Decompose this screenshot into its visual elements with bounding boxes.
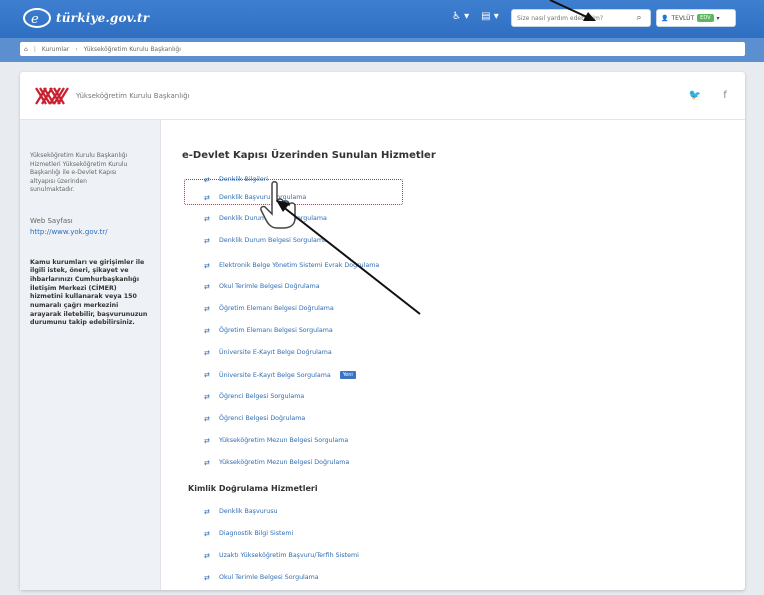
service-icon: ⇄ (204, 236, 210, 245)
service-icon: ⇄ (204, 507, 210, 516)
top-navigation-bar: e türkiye.gov.tr ♿ ▾ ▤ ▾ ⌕ 👤 TEVLÜT EDV … (0, 0, 764, 38)
cimer-note: Kamu kurumları ve girişimler ile ilgili … (30, 258, 148, 327)
service-icon: ⇄ (204, 458, 210, 467)
institution-description: Yükseköğretim Kurulu Başkanlığı Hizmetle… (30, 152, 128, 193)
web-page-label: Web Sayfası (30, 216, 73, 225)
accessibility-icon[interactable]: ♿ ▾ (452, 11, 469, 22)
service-link[interactable]: ⇄ Öğrenci Belgesi Doğrulama (204, 415, 305, 422)
service-icon: ⇄ (204, 348, 210, 357)
service-icon: ⇄ (204, 414, 210, 423)
service-link[interactable]: ⇄ Okul Terimle Belgesi Sorgulama (204, 574, 319, 581)
breadcrumb-item-current: Yükseköğretim Kurulu Başkanlığı (83, 45, 181, 53)
service-link[interactable]: ⇄ Öğrenci Belgesi Sorgulama (204, 393, 304, 400)
service-link[interactable]: ⇄ Uzaktı Yükseköğretim Başvuru/Terfih Sis… (204, 552, 359, 559)
twitter-icon[interactable]: 🐦 (684, 86, 706, 106)
institution-card: Yükseköğretim Kurulu Başkanlığı 🐦 f Yüks… (20, 72, 745, 590)
web-page-link[interactable]: http://www.yok.gov.tr/ (30, 228, 150, 236)
institution-name: Yükseköğretim Kurulu Başkanlığı (76, 92, 190, 100)
site-logo[interactable]: e türkiye.gov.tr (22, 6, 149, 30)
search-input[interactable] (512, 14, 632, 22)
service-icon: ⇄ (204, 436, 210, 445)
search-box: ⌕ (511, 9, 651, 27)
service-link[interactable]: ⇄ Diagnostik Bilgi Sistemi (204, 530, 293, 537)
service-icon: ⇄ (204, 304, 210, 313)
service-icon: ⇄ (204, 551, 210, 560)
service-icon: ⇄ (204, 214, 210, 223)
home-icon[interactable]: ⌂ (24, 46, 28, 53)
toolbar-icons: ♿ ▾ ▤ ▾ (452, 11, 499, 22)
service-link[interactable]: ⇄ Üniversite E-Kayıt Belge Sorgulama Yeni (204, 371, 356, 379)
svg-text:e: e (31, 12, 39, 27)
logo-text: türkiye.gov.tr (56, 11, 150, 25)
institution-header: Yükseköğretim Kurulu Başkanlığı 🐦 f (20, 72, 745, 120)
breadcrumb-item-kurumlar[interactable]: Kurumlar (42, 46, 69, 53)
user-menu-button[interactable]: 👤 TEVLÜT EDV ▾ (656, 9, 736, 27)
user-name: TEVLÜT (671, 14, 695, 22)
institution-sidebar: Yükseköğretim Kurulu Başkanlığı Hizmetle… (20, 120, 161, 590)
search-icon[interactable]: ⌕ (632, 11, 646, 25)
user-badge: EDV (697, 14, 714, 22)
service-link[interactable]: ⇄ Yükseköğretim Mezun Belgesi Doğrulama (204, 459, 349, 466)
breadcrumb: ⌂ | Kurumlar › Yükseköğretim Kurulu Başk… (20, 42, 745, 56)
pointer-hand-icon (260, 181, 296, 229)
language-icon[interactable]: ▤ ▾ (481, 11, 499, 22)
service-link[interactable]: ⇄ Yükseköğretim Mezun Belgesi Sorgulama (204, 437, 348, 444)
breadcrumb-separator: | (33, 45, 36, 53)
service-icon: ⇄ (204, 326, 210, 335)
user-icon: 👤 (661, 14, 669, 22)
service-link[interactable]: ⇄ Okul Terimle Belgesi Doğrulama (204, 283, 320, 290)
service-link[interactable]: ⇄Denklik Durum Belgesi Sorgulama (204, 237, 327, 244)
section-title-identity: Kimlik Doğrulama Hizmetleri (188, 484, 318, 493)
yok-logo-icon (35, 87, 69, 105)
new-badge: Yeni (339, 371, 356, 379)
e-devlet-logo-icon: e (23, 8, 51, 28)
breadcrumb-separator: › (75, 45, 78, 53)
service-icon: ⇄ (204, 282, 210, 291)
service-link[interactable]: ⇄ Elektronik Belge Yönetim Sistemi Evrak … (204, 262, 379, 269)
section-title-edevlet: e-Devlet Kapısı Üzerinden Sunulan Hizmet… (182, 150, 436, 161)
facebook-icon[interactable]: f (714, 86, 736, 106)
service-icon: ⇄ (204, 529, 210, 538)
service-link[interactable]: ⇄ Öğretim Elemanı Belgesi Sorgulama (204, 327, 333, 334)
service-link[interactable]: ⇄ Üniversite E-Kayıt Belge Doğrulama (204, 349, 332, 356)
service-link[interactable]: ⇄ Denklik Başvurusu (204, 508, 278, 515)
chevron-down-icon: ▾ (716, 14, 720, 22)
service-link[interactable]: ⇄ Öğretim Elemanı Belgesi Doğrulama (204, 305, 334, 312)
service-icon: ⇄ (204, 371, 210, 379)
service-icon: ⇄ (204, 261, 210, 270)
service-icon: ⇄ (204, 392, 210, 401)
service-icon: ⇄ (204, 573, 210, 582)
